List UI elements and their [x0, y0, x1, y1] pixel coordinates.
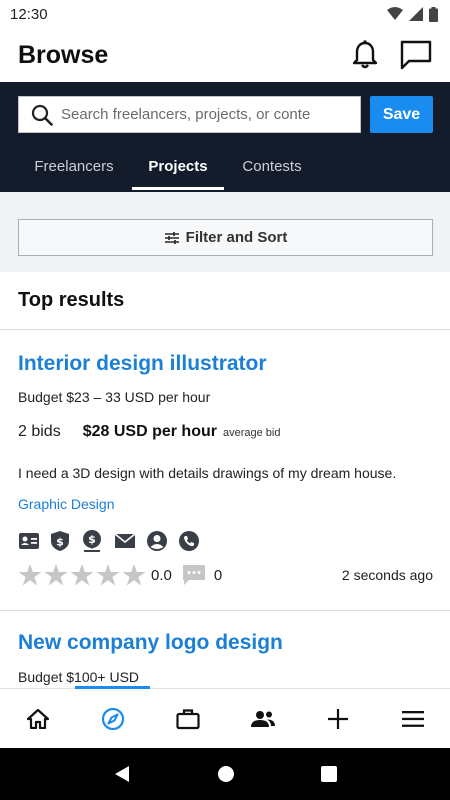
tab-freelancers[interactable]: Freelancers [0, 140, 148, 192]
header-actions [352, 40, 432, 70]
back-icon[interactable] [113, 765, 131, 783]
tab-projects[interactable]: Projects [132, 140, 224, 192]
id-card-icon [19, 533, 39, 549]
results-title: Top results [18, 289, 125, 311]
rating-stars [18, 564, 146, 586]
sliders-icon [164, 231, 179, 244]
posted-time: 2 seconds ago [341, 567, 433, 583]
tab-label: Projects [148, 157, 208, 175]
svg-text:$: $ [88, 533, 96, 546]
star-icon [96, 564, 120, 586]
rating-value: 0.0 [151, 566, 172, 584]
comments-value: 0 [213, 566, 223, 584]
project-description: I need a 3D design with details drawings… [18, 465, 397, 481]
plus-icon [327, 708, 348, 729]
recents-icon[interactable] [321, 766, 337, 782]
tab-label: Freelancers [34, 157, 114, 175]
home-icon [26, 708, 49, 729]
email-icon [114, 533, 136, 548]
project-title[interactable]: Interior design illustrator [18, 352, 267, 376]
search-panel: Save Freelancers Projects Contests [0, 82, 450, 192]
battery-icon [429, 6, 438, 22]
phone-icon [179, 531, 199, 551]
search-icon [31, 104, 53, 126]
notifications-bell-icon[interactable] [352, 40, 378, 70]
svg-text:$: $ [56, 536, 64, 549]
filter-sort-button[interactable]: Filter and Sort [18, 219, 433, 256]
star-icon [18, 564, 42, 586]
home-circle-icon[interactable] [217, 765, 235, 783]
nav-menu[interactable] [375, 689, 450, 748]
comment-icon [182, 565, 205, 585]
tab-label: Contests [242, 157, 302, 175]
bids-count: 2 bids [18, 423, 61, 440]
project-budget: Budget $100+ USD [18, 669, 140, 685]
people-icon [250, 710, 275, 727]
star-icon [70, 564, 94, 586]
save-button[interactable]: Save [370, 96, 433, 133]
star-icon [44, 564, 68, 586]
star-icon [122, 564, 146, 586]
comments-count: 0 [182, 564, 222, 586]
search-box[interactable] [18, 96, 361, 133]
signal-icon [409, 7, 423, 21]
project-card[interactable]: New company logo design Budget $100+ USD [0, 612, 450, 688]
status-time: 12:30 [10, 5, 48, 23]
bottom-navigation [0, 686, 450, 748]
filter-label: Filter and Sort [185, 229, 288, 246]
app-header: Browse [0, 28, 450, 82]
tab-bar: Freelancers Projects Contests [0, 140, 450, 192]
messages-icon[interactable] [400, 40, 432, 70]
profile-icon [147, 531, 167, 551]
wifi-icon [387, 7, 403, 20]
tab-contests[interactable]: Contests [224, 140, 320, 192]
project-title[interactable]: New company logo design [18, 631, 283, 655]
briefcase-icon [175, 708, 200, 729]
results-header: Top results [0, 272, 450, 330]
menu-icon [401, 710, 424, 727]
average-bid-price: $28 USD per hour [82, 423, 217, 440]
project-budget: Budget $23 – 33 USD per hour [18, 389, 211, 405]
average-bid-label: average bid [222, 427, 281, 439]
nav-projects[interactable] [150, 689, 225, 748]
status-icons [387, 6, 438, 22]
status-bar: 12:30 [0, 0, 450, 28]
nav-browse[interactable] [75, 686, 150, 748]
project-stats: 0.0 0 2 seconds ago [18, 564, 433, 586]
nav-home[interactable] [0, 689, 75, 748]
filter-area: Filter and Sort [0, 192, 450, 272]
nav-post[interactable] [300, 689, 375, 748]
compass-icon [101, 707, 124, 730]
search-row: Save [18, 96, 433, 133]
project-card[interactable]: Interior design illustrator Budget $23 –… [0, 331, 450, 611]
system-navigation-bar [0, 748, 450, 800]
search-input[interactable] [61, 106, 313, 123]
bids-row: 2 bids $28 USD per hour average bid [18, 423, 280, 441]
payment-icon: $ [83, 530, 101, 552]
nav-people[interactable] [225, 689, 300, 748]
shield-dollar-icon: $ [51, 531, 69, 551]
project-skill-tag[interactable]: Graphic Design [18, 496, 115, 512]
page-title: Browse [18, 40, 109, 69]
verification-icons: $ $ [18, 529, 200, 553]
